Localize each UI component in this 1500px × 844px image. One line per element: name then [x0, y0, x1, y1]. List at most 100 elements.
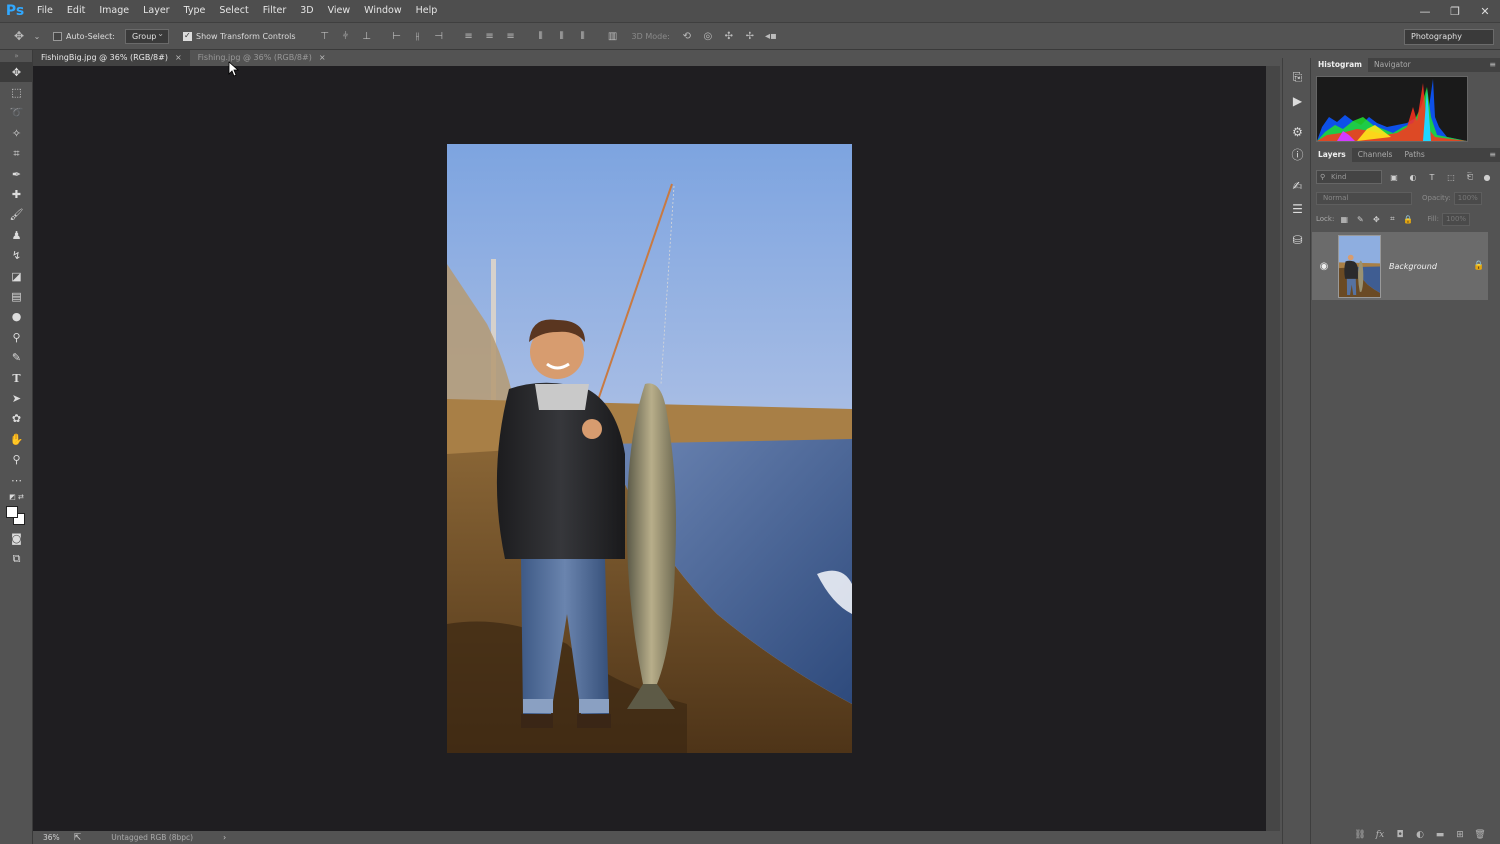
menu-type[interactable]: Type	[177, 0, 213, 22]
layer-name[interactable]: Background	[1389, 262, 1469, 271]
tab-histogram[interactable]: Histogram	[1312, 58, 1368, 72]
menu-view[interactable]: View	[321, 0, 358, 22]
type-tool-icon[interactable]: T	[0, 368, 33, 388]
align-right-icon[interactable]: ⊣	[432, 29, 446, 43]
pixel-filter-icon[interactable]: ▣	[1387, 170, 1401, 184]
pen-tool-icon[interactable]: ✎	[0, 347, 33, 367]
close-icon[interactable]: ×	[175, 50, 182, 66]
menu-file[interactable]: File	[30, 0, 60, 22]
minimize-button[interactable]: —	[1410, 0, 1440, 22]
menu-edit[interactable]: Edit	[60, 0, 92, 22]
actions-play-icon[interactable]: ▶	[1283, 89, 1312, 112]
layer-row[interactable]: ◉ Background 🔒	[1312, 232, 1488, 300]
layer-kind-filter[interactable]: ⚲ Kind	[1316, 170, 1382, 184]
lock-icon[interactable]: 🔒	[1473, 261, 1484, 271]
properties-icon[interactable]: ☰	[1283, 197, 1312, 220]
fill-field[interactable]: 100%	[1442, 212, 1471, 226]
eye-icon[interactable]: ◉	[1312, 261, 1336, 272]
align-hcenter-icon[interactable]: ⫲	[411, 29, 425, 43]
show-transform-checkbox[interactable]	[182, 31, 192, 41]
3d-slide-icon[interactable]: ✢	[743, 29, 757, 43]
lock-image-icon[interactable]: ✎	[1353, 212, 1367, 226]
magic-wand-tool-icon[interactable]: ✧	[0, 123, 33, 143]
distribute-left-icon[interactable]: ⦀	[534, 29, 548, 43]
align-vcenter-icon[interactable]: ⫩	[339, 29, 353, 43]
more-tools-icon[interactable]: ⋯	[0, 470, 33, 490]
dodge-tool-icon[interactable]: ⚲	[0, 327, 33, 347]
clone-stamp-tool-icon[interactable]: ♟	[0, 225, 33, 245]
history-brush-tool-icon[interactable]: ↯	[0, 246, 33, 266]
auto-align-icon[interactable]: ▥	[606, 29, 620, 43]
hand-tool-icon[interactable]: ✋	[0, 429, 33, 449]
filter-toggle-icon[interactable]: ●	[1480, 170, 1494, 184]
distribute-vcenter-icon[interactable]: ≡	[483, 29, 497, 43]
screen-mode-icon[interactable]: ⧉	[0, 549, 33, 569]
menu-3d[interactable]: 3D	[293, 0, 320, 22]
path-selection-tool-icon[interactable]: ➤	[0, 388, 33, 408]
info-icon[interactable]: ⓘ	[1283, 143, 1312, 166]
default-colors-icon[interactable]: ◩ ⇄	[0, 490, 33, 504]
eyedropper-tool-icon[interactable]: ✒	[0, 164, 33, 184]
crop-tool-icon[interactable]: ⌗	[0, 144, 33, 164]
tab-layers[interactable]: Layers	[1312, 148, 1352, 162]
quick-mask-icon[interactable]: ◙	[0, 528, 33, 548]
menu-window[interactable]: Window	[357, 0, 408, 22]
tab-channels[interactable]: Channels	[1352, 148, 1399, 162]
type-filter-icon[interactable]: T	[1425, 170, 1439, 184]
opacity-field[interactable]: 100%	[1453, 191, 1482, 205]
panel-menu-icon[interactable]: ≡	[1489, 148, 1496, 162]
menu-layer[interactable]: Layer	[136, 0, 177, 22]
new-adjustment-layer-icon[interactable]: ◐	[1410, 830, 1430, 840]
blur-tool-icon[interactable]: ●	[0, 307, 33, 327]
restore-button[interactable]: ❐	[1440, 0, 1470, 22]
document-image[interactable]	[447, 144, 852, 753]
menu-image[interactable]: Image	[92, 0, 136, 22]
tab-fishing[interactable]: Fishing.jpg @ 36% (RGB/8#) ×	[190, 50, 334, 66]
menu-select[interactable]: Select	[212, 0, 255, 22]
3d-orbit-icon[interactable]: ⟲	[680, 29, 694, 43]
distribute-bottom-icon[interactable]: ≡	[504, 29, 518, 43]
3d-scale-icon[interactable]: ◂▪	[764, 29, 778, 43]
tab-navigator[interactable]: Navigator	[1368, 58, 1417, 72]
lock-all-icon[interactable]: 🔒	[1401, 212, 1415, 226]
delete-layer-icon[interactable]: 🗑	[1470, 830, 1490, 840]
vertical-scrollbar[interactable]	[1266, 66, 1280, 831]
document-canvas[interactable]	[33, 61, 1266, 831]
lock-transparent-icon[interactable]: ▦	[1337, 212, 1351, 226]
gradient-tool-icon[interactable]: ▤	[0, 286, 33, 306]
history-icon[interactable]: ⎘	[1283, 66, 1312, 89]
export-icon[interactable]: ⇱	[74, 833, 82, 843]
brushes-icon[interactable]: ✍	[1283, 174, 1312, 197]
move-tool-preset-icon[interactable]: ✥	[12, 29, 26, 43]
libraries-icon[interactable]: ⛁	[1283, 228, 1312, 251]
tab-fishingbig[interactable]: FishingBig.jpg @ 36% (RGB/8#) ×	[33, 50, 190, 66]
menu-help[interactable]: Help	[409, 0, 445, 22]
blend-mode-dropdown[interactable]: Normal	[1316, 191, 1412, 205]
lock-position-icon[interactable]: ✥	[1369, 212, 1383, 226]
shape-filter-icon[interactable]: ⬚	[1444, 170, 1458, 184]
close-icon[interactable]: ×	[319, 50, 326, 66]
collapse-icon[interactable]: »	[0, 50, 33, 62]
move-tool-icon[interactable]: ✥	[0, 62, 33, 83]
distribute-right-icon[interactable]: ⦀	[576, 29, 590, 43]
align-left-icon[interactable]: ⊢	[390, 29, 404, 43]
foreground-color-swatch[interactable]	[6, 506, 18, 519]
lock-artboard-icon[interactable]: ⌗	[1385, 212, 1399, 226]
new-group-icon[interactable]: ▬	[1430, 830, 1450, 840]
adjustment-filter-icon[interactable]: ◐	[1406, 170, 1420, 184]
healing-brush-tool-icon[interactable]: ✚	[0, 184, 33, 204]
custom-shape-tool-icon[interactable]: ✿	[0, 409, 33, 429]
smart-object-filter-icon[interactable]: ⎗	[1463, 170, 1477, 184]
add-mask-icon[interactable]: ◘	[1390, 830, 1410, 840]
tab-paths[interactable]: Paths	[1398, 148, 1430, 162]
chevron-down-icon[interactable]: ⌄	[33, 29, 41, 43]
status-menu-arrow[interactable]: ›	[223, 833, 226, 842]
auto-select-mode-dropdown[interactable]: Group	[124, 27, 169, 44]
brush-tool-icon[interactable]: 🖌	[0, 205, 33, 225]
zoom-tool-icon[interactable]: ⚲	[0, 449, 33, 469]
zoom-level[interactable]: 36%	[43, 833, 60, 842]
link-layers-icon[interactable]: ⛓	[1350, 830, 1370, 840]
eraser-tool-icon[interactable]: ◪	[0, 266, 33, 286]
3d-pan-icon[interactable]: ✣	[722, 29, 736, 43]
lasso-tool-icon[interactable]: ➰	[0, 103, 33, 123]
